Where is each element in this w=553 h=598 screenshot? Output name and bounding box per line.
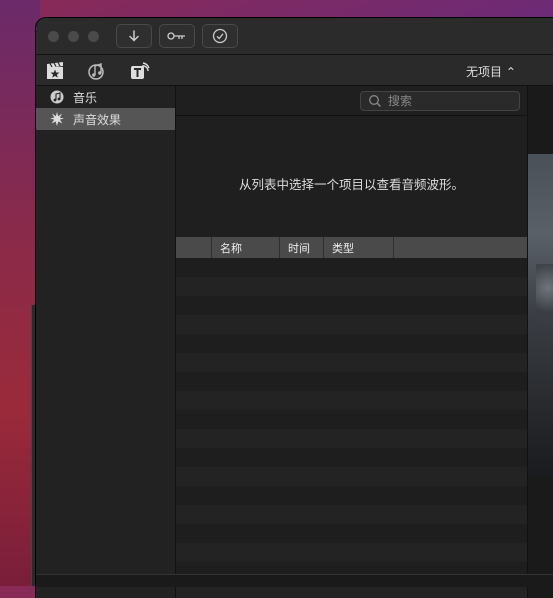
keyword-button[interactable] bbox=[159, 24, 195, 48]
table-header: 名称 时间 类型 bbox=[176, 237, 527, 258]
sidebar-item-label: 音乐 bbox=[73, 90, 98, 105]
title-t-icon[interactable] bbox=[130, 61, 150, 81]
table-body bbox=[176, 258, 527, 598]
table-row[interactable] bbox=[176, 353, 527, 372]
project-selector[interactable]: 无项目 ⌃ bbox=[466, 63, 516, 80]
table-row[interactable] bbox=[176, 543, 527, 562]
waveform-placeholder-message: 从列表中选择一个项目以查看音频波形。 bbox=[238, 177, 464, 192]
burst-icon bbox=[50, 112, 64, 126]
column-header-type[interactable]: 类型 bbox=[324, 237, 394, 258]
table-row[interactable] bbox=[176, 391, 527, 410]
column-header-time[interactable]: 时间 bbox=[280, 237, 324, 258]
table-row[interactable] bbox=[176, 467, 527, 486]
table-row[interactable] bbox=[176, 486, 527, 505]
column-header-spacer bbox=[176, 237, 212, 258]
close-window-button[interactable] bbox=[48, 31, 59, 42]
music-icon bbox=[50, 90, 64, 104]
table-row[interactable] bbox=[176, 372, 527, 391]
search-field[interactable] bbox=[360, 91, 520, 111]
minimize-window-button[interactable] bbox=[68, 31, 79, 42]
content-pane: 从列表中选择一个项目以查看音频波形。 名称 时间 类型 bbox=[176, 86, 527, 598]
key-icon bbox=[167, 32, 185, 40]
timeline-strip bbox=[36, 574, 553, 587]
table-row[interactable] bbox=[176, 277, 527, 296]
sidebar-item-sound-effects[interactable]: 声音效果 bbox=[36, 108, 175, 130]
table-row[interactable] bbox=[176, 258, 527, 277]
music-sound-icon[interactable] bbox=[87, 61, 107, 81]
clapper-star-icon[interactable] bbox=[45, 61, 65, 81]
import-button[interactable] bbox=[116, 24, 152, 48]
table-row[interactable] bbox=[176, 505, 527, 524]
column-header-name[interactable]: 名称 bbox=[212, 237, 280, 258]
table-row[interactable] bbox=[176, 334, 527, 353]
table-row[interactable] bbox=[176, 315, 527, 334]
viewer-pane bbox=[528, 86, 553, 598]
sidebar-item-label: 声音效果 bbox=[73, 112, 122, 127]
browser-toolbar: 无项目 ⌃ bbox=[36, 55, 553, 86]
sound-browser-window: 无项目 ⌃ 音乐 声音效果 从列表中选择一个 bbox=[36, 18, 553, 598]
search-input[interactable] bbox=[388, 94, 508, 108]
titlebar bbox=[36, 18, 553, 55]
table-row[interactable] bbox=[176, 429, 527, 448]
table-row[interactable] bbox=[176, 448, 527, 467]
viewer-image bbox=[528, 154, 553, 476]
zoom-window-button[interactable] bbox=[88, 31, 99, 42]
search-icon bbox=[369, 95, 381, 107]
table-row[interactable] bbox=[176, 410, 527, 429]
down-arrow-icon bbox=[129, 30, 139, 42]
check-button[interactable] bbox=[202, 24, 238, 48]
divider bbox=[176, 115, 527, 116]
sidebar-item-music[interactable]: 音乐 bbox=[36, 86, 175, 108]
checkmark-circle-icon bbox=[212, 28, 228, 44]
sidebar: 音乐 声音效果 bbox=[36, 86, 176, 598]
table-row[interactable] bbox=[176, 296, 527, 315]
table-row[interactable] bbox=[176, 524, 527, 543]
